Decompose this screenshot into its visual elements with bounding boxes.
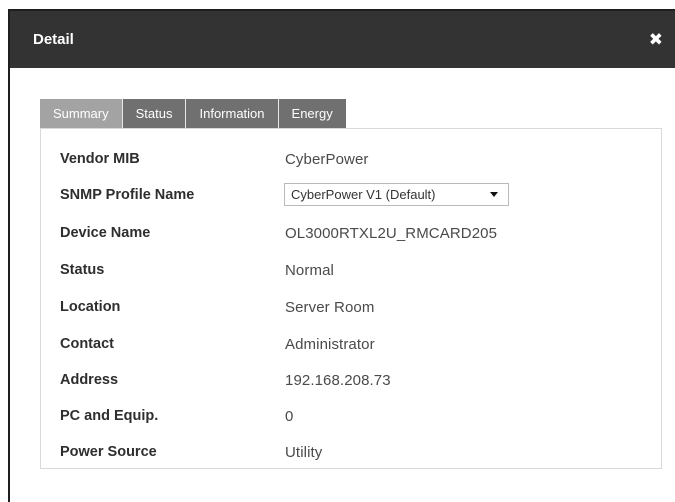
device-name-label: Device Name [60,225,151,241]
power-source-value: Utility [285,443,323,461]
close-icon[interactable]: ✖ [649,31,663,48]
chevron-down-icon [490,192,498,197]
status-value: Normal [285,261,334,279]
tab-summary[interactable]: Summary [40,99,123,128]
tab-energy[interactable]: Energy [278,99,346,128]
pc-equip-label: PC and Equip. [60,408,159,424]
contact-label: Contact [60,336,114,352]
tab-bar: Summary Status Information Energy [40,99,346,128]
pc-equip-value: 0 [285,407,294,425]
device-name-value: OL3000RTXL2U_RMCARD205 [285,224,498,242]
status-label: Status [60,262,105,278]
summary-panel: Vendor MIB CyberPower SNMP Profile Name … [40,128,662,469]
address-value: 192.168.208.73 [285,371,391,389]
snmp-profile-selected: CyberPower V1 (Default) [291,187,436,202]
location-value: Server Room [285,298,375,316]
dialog-titlebar: Detail ✖ [10,11,675,68]
tab-status[interactable]: Status [122,99,187,128]
vendor-mib-label: Vendor MIB [60,151,140,167]
location-label: Location [60,299,121,315]
dialog-title: Detail [33,31,74,48]
snmp-profile-select[interactable]: CyberPower V1 (Default) [284,183,509,206]
vendor-mib-value: CyberPower [285,150,369,168]
contact-value: Administrator [285,335,375,353]
snmp-profile-label: SNMP Profile Name [60,187,195,203]
tab-information[interactable]: Information [186,99,279,128]
address-label: Address [60,372,119,388]
power-source-label: Power Source [60,444,157,460]
detail-dialog: Detail ✖ Summary Status Information Ener… [8,9,675,502]
